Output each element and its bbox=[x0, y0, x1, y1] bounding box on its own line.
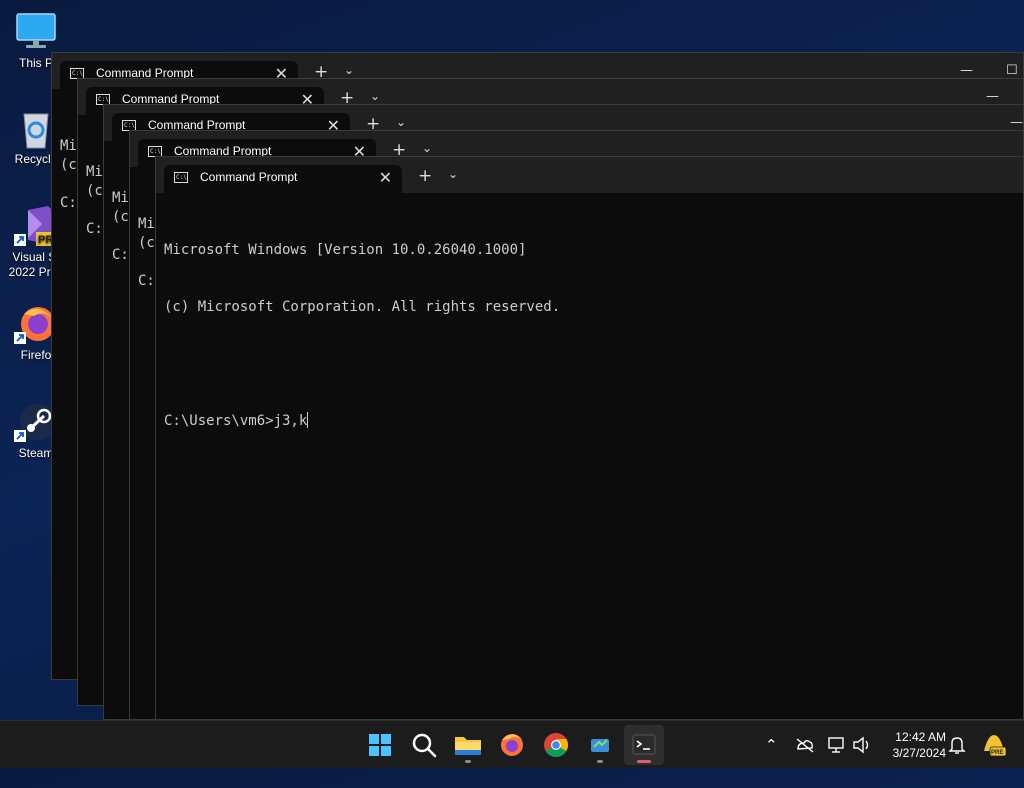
search-button[interactable] bbox=[404, 725, 444, 765]
app-taskbar-button[interactable] bbox=[580, 725, 620, 765]
start-button[interactable] bbox=[360, 725, 400, 765]
chrome-icon bbox=[544, 733, 569, 758]
close-icon[interactable]: ✕ bbox=[379, 168, 392, 187]
chevron-down-icon[interactable]: ⌄ bbox=[370, 89, 380, 103]
system-clock[interactable]: 12:42 AM 3/27/2024 bbox=[880, 729, 946, 761]
monitor-icon bbox=[14, 10, 58, 54]
new-tab-button[interactable]: + bbox=[418, 166, 432, 186]
minimize-button[interactable]: — bbox=[1010, 115, 1023, 130]
prompt: C:\Users\vm6> bbox=[164, 413, 274, 429]
chrome-taskbar-button[interactable] bbox=[536, 725, 576, 765]
clock-time: 12:42 AM bbox=[895, 730, 946, 744]
terminal-icon bbox=[632, 734, 656, 755]
command-input[interactable]: j3,k bbox=[274, 413, 308, 429]
taskbar: ⌃ 12:42 AM 3/27/2024 PRE bbox=[0, 720, 1024, 768]
tab-bar: C:\ Command Prompt ✕ + ⌄ bbox=[156, 157, 1023, 193]
volume-icon[interactable] bbox=[851, 721, 873, 788]
firefox-taskbar-button[interactable] bbox=[492, 725, 532, 765]
network-icon[interactable] bbox=[826, 721, 846, 788]
text-cursor bbox=[307, 412, 309, 428]
terminal-line: Microsoft Windows [Version 10.0.26040.10… bbox=[164, 242, 527, 258]
terminal-window-active[interactable]: C:\ Command Prompt ✕ + ⌄ Microsoft Windo… bbox=[155, 156, 1024, 720]
maximize-button[interactable]: ☐ bbox=[1006, 63, 1018, 78]
file-explorer-button[interactable] bbox=[448, 725, 488, 765]
chevron-up-icon[interactable]: ⌃ bbox=[765, 721, 778, 769]
search-icon bbox=[412, 733, 437, 758]
cloud-off-icon[interactable] bbox=[795, 721, 815, 788]
chevron-down-icon[interactable]: ⌄ bbox=[448, 167, 458, 181]
terminal-taskbar-button[interactable] bbox=[624, 725, 664, 765]
tab-command-prompt[interactable]: C:\ Command Prompt ✕ bbox=[164, 165, 402, 193]
tab-title: Command Prompt bbox=[200, 170, 298, 184]
windows-logo-icon bbox=[369, 734, 391, 756]
svg-text:PRE: PRE bbox=[991, 750, 1003, 756]
chevron-down-icon[interactable]: ⌄ bbox=[396, 115, 406, 129]
firefox-icon bbox=[501, 734, 523, 756]
chevron-down-icon[interactable]: ⌄ bbox=[422, 141, 432, 155]
terminal-output[interactable]: Microsoft Windows [Version 10.0.26040.10… bbox=[164, 203, 560, 469]
clock-date: 3/27/2024 bbox=[892, 746, 946, 760]
chevron-down-icon[interactable]: ⌄ bbox=[344, 63, 354, 77]
copilot-preview-icon[interactable]: PRE bbox=[980, 721, 1008, 788]
command-line[interactable]: C:\Users\vm6>j3,k bbox=[164, 412, 560, 431]
minimize-button[interactable]: — bbox=[986, 89, 999, 104]
app-icon bbox=[591, 739, 609, 752]
terminal-icon: C:\ bbox=[174, 172, 188, 183]
terminal-line: (c) Microsoft Corporation. All rights re… bbox=[164, 299, 561, 315]
minimize-button[interactable]: — bbox=[960, 63, 973, 78]
folder-icon bbox=[455, 737, 481, 755]
notification-bell-icon[interactable] bbox=[948, 721, 966, 788]
